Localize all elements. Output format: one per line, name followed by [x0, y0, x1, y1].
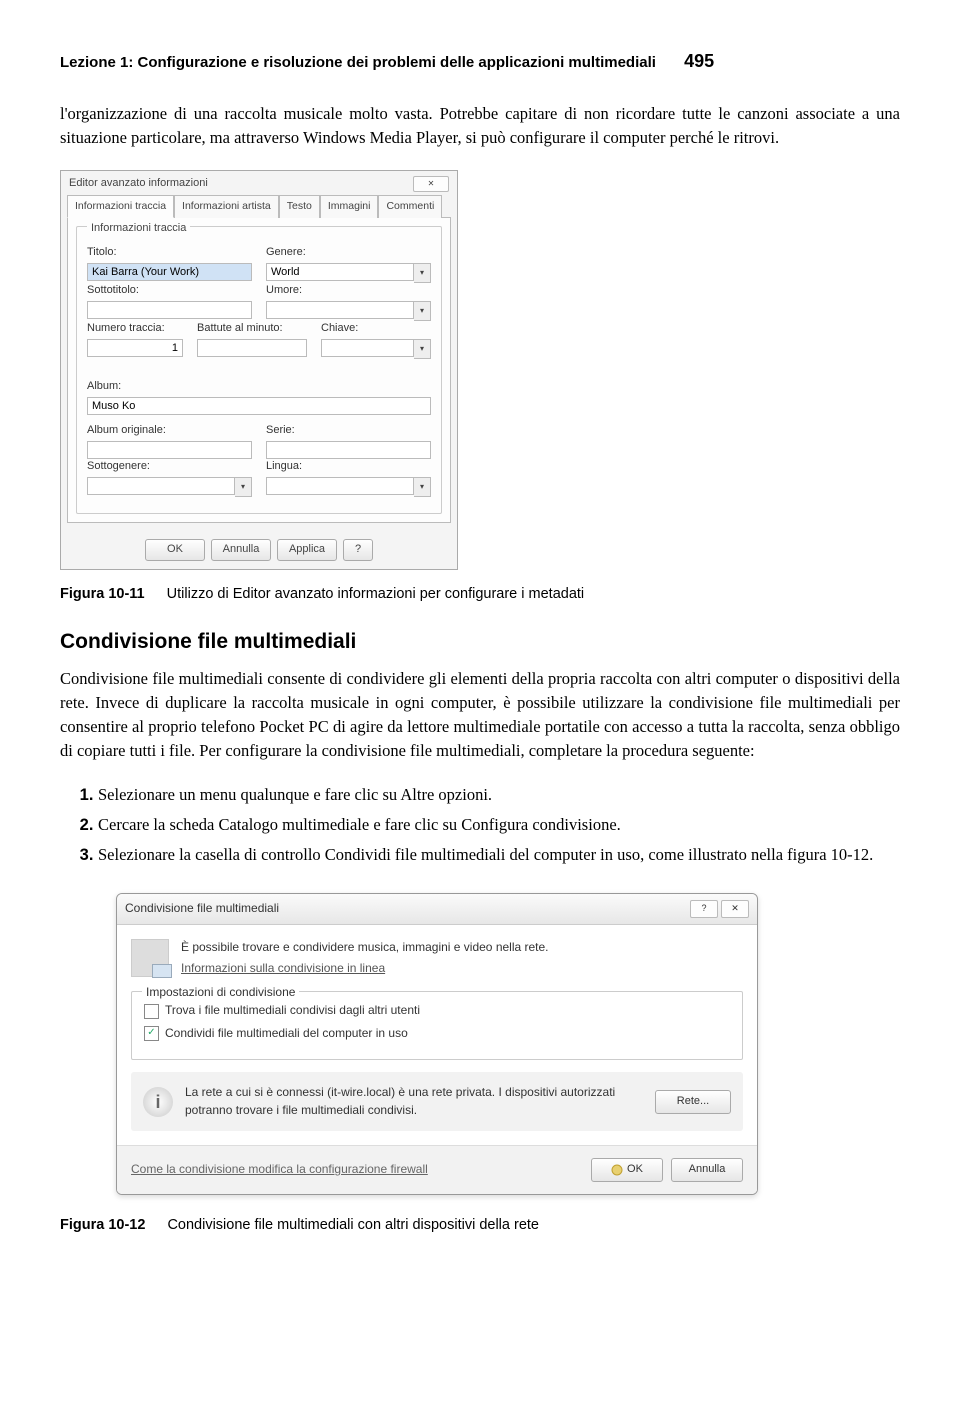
- sharing-dialog: Condivisione file multimediali ? ✕ È pos…: [116, 893, 758, 1195]
- ok-button[interactable]: OK: [591, 1158, 663, 1182]
- label-serie: Serie:: [266, 423, 431, 439]
- header-title: Lezione 1: Configurazione e risoluzione …: [60, 54, 656, 71]
- label-titolo: Titolo:: [87, 245, 252, 261]
- annulla-button[interactable]: Annulla: [671, 1158, 743, 1182]
- chevron-down-icon[interactable]: ▾: [414, 477, 431, 497]
- figure-label: Figura 10-11: [60, 586, 145, 602]
- info-icon: i: [143, 1087, 173, 1117]
- genere-field[interactable]: [266, 263, 414, 281]
- sottogenere-field[interactable]: [87, 477, 235, 495]
- section-body: Condivisione file multimediali consente …: [60, 667, 900, 763]
- chevron-down-icon[interactable]: ▾: [414, 339, 431, 359]
- info-text: La rete a cui si è connessi (it-wire.loc…: [185, 1084, 643, 1119]
- label-chiave: Chiave:: [321, 321, 431, 337]
- close-icon[interactable]: ✕: [413, 176, 449, 192]
- page-header: Lezione 1: Configurazione e risoluzione …: [60, 48, 900, 74]
- annulla-button[interactable]: Annulla: [211, 539, 271, 561]
- battute-field[interactable]: [197, 339, 307, 357]
- dialog1-title: Editor avanzato informazioni: [69, 176, 208, 192]
- label-battute: Battute al minuto:: [197, 321, 307, 337]
- group-title: Informazioni traccia: [87, 221, 190, 237]
- tab-testo[interactable]: Testo: [279, 195, 320, 218]
- tab-commenti[interactable]: Commenti: [378, 195, 442, 218]
- umore-field[interactable]: [266, 301, 414, 319]
- label-numero: Numero traccia:: [87, 321, 183, 337]
- chk1-label: Trova i file multimediali condivisi dagl…: [165, 1002, 420, 1019]
- label-genere: Genere:: [266, 245, 431, 261]
- serie-field[interactable]: [266, 441, 431, 459]
- checkbox-share-media[interactable]: ✓: [144, 1026, 159, 1041]
- figure-text: Condivisione file multimediali con altri…: [167, 1217, 539, 1233]
- editor-dialog: Editor avanzato informazioni ✕ Informazi…: [60, 170, 458, 570]
- label-album: Album:: [87, 379, 431, 395]
- tab-informazioni-artista[interactable]: Informazioni artista: [174, 195, 279, 218]
- info-link[interactable]: Informazioni sulla condivisione in linea: [181, 960, 385, 977]
- label-lingua: Lingua:: [266, 459, 431, 475]
- firewall-link[interactable]: Come la condivisione modifica la configu…: [131, 1161, 428, 1178]
- label-sottogenere: Sottogenere:: [87, 459, 252, 475]
- chiave-field[interactable]: [321, 339, 414, 357]
- albumorig-field[interactable]: [87, 441, 252, 459]
- ok-label: OK: [627, 1162, 643, 1178]
- tab-immagini[interactable]: Immagini: [320, 195, 379, 218]
- figure-label: Figura 10-12: [60, 1217, 145, 1233]
- dialog2-title: Condivisione file multimediali: [125, 900, 279, 917]
- chevron-down-icon[interactable]: ▾: [414, 301, 431, 321]
- group-title: Impostazioni di condivisione: [142, 984, 299, 1001]
- list-item: Selezionare la casella di controllo Cond…: [98, 843, 900, 867]
- section-heading: Condivisione file multimediali: [60, 627, 900, 657]
- numero-field[interactable]: [87, 339, 183, 357]
- figure-text: Utilizzo di Editor avanzato informazioni…: [167, 586, 584, 602]
- label-sottotitolo: Sottotitolo:: [87, 283, 252, 299]
- label-albumorig: Album originale:: [87, 423, 252, 439]
- dialog2-toptext: È possibile trovare e condividere musica…: [181, 939, 549, 956]
- figure-caption-1: Figura 10-11 Utilizzo di Editor avanzato…: [60, 584, 900, 605]
- lingua-field[interactable]: [266, 477, 414, 495]
- sottotitolo-field[interactable]: [87, 301, 252, 319]
- figure-caption-2: Figura 10-12 Condivisione file multimedi…: [60, 1215, 900, 1236]
- page-number: 495: [684, 51, 714, 71]
- steps-list: Selezionare un menu qualunque e fare cli…: [60, 783, 900, 867]
- help-icon[interactable]: ?: [690, 900, 718, 918]
- chk2-label: Condividi file multimediali del computer…: [165, 1025, 408, 1042]
- dialog1-tabs: Informazioni traccia Informazioni artist…: [61, 195, 457, 218]
- list-item: Selezionare un menu qualunque e fare cli…: [98, 783, 900, 807]
- rete-button[interactable]: Rete...: [655, 1090, 731, 1114]
- label-umore: Umore:: [266, 283, 431, 299]
- ok-button[interactable]: OK: [145, 539, 205, 561]
- chevron-down-icon[interactable]: ▾: [235, 477, 252, 497]
- applica-button[interactable]: Applica: [277, 539, 337, 561]
- album-field[interactable]: [87, 397, 431, 415]
- help-button[interactable]: ?: [343, 539, 373, 561]
- list-item: Cercare la scheda Catalogo multimediale …: [98, 813, 900, 837]
- media-share-icon: [131, 939, 169, 977]
- shield-icon: [611, 1164, 623, 1176]
- tab-informazioni-traccia[interactable]: Informazioni traccia: [67, 195, 174, 218]
- close-icon[interactable]: ✕: [721, 900, 749, 918]
- chevron-down-icon[interactable]: ▾: [414, 263, 431, 283]
- intro-paragraph: l'organizzazione di una raccolta musical…: [60, 102, 900, 150]
- titolo-field[interactable]: [87, 263, 252, 281]
- checkbox-find-media[interactable]: [144, 1004, 159, 1019]
